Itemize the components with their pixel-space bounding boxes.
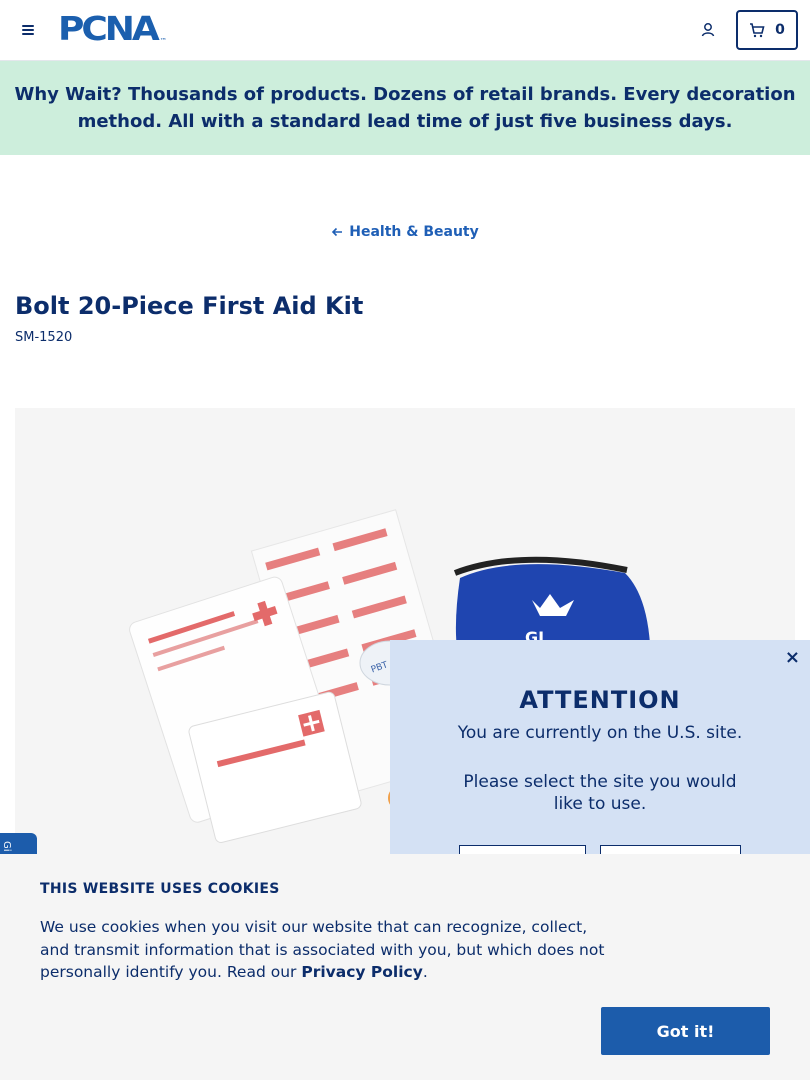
cookie-message: We use cookies when you visit our websit… bbox=[40, 916, 620, 984]
attention-message: You are currently on the U.S. site. bbox=[457, 723, 743, 743]
promo-text: Why Wait? Thousands of products. Dozens … bbox=[14, 81, 796, 135]
logo-trademark: ™ bbox=[159, 37, 167, 45]
breadcrumb-link[interactable]: Health & Beauty bbox=[331, 224, 479, 240]
privacy-policy-link[interactable]: Privacy Policy bbox=[301, 963, 423, 981]
promo-banner: Why Wait? Thousands of products. Dozens … bbox=[0, 61, 810, 155]
breadcrumb-label: Health & Beauty bbox=[349, 224, 479, 240]
site-header: PCNA ™ 0 bbox=[0, 0, 810, 61]
breadcrumb: Health & Beauty bbox=[0, 222, 810, 241]
product-title: Bolt 20-Piece First Aid Kit bbox=[15, 292, 364, 320]
arrow-left-icon bbox=[332, 227, 343, 237]
cookie-end: . bbox=[422, 963, 428, 981]
promo-lead: Why Wait? bbox=[14, 84, 122, 105]
cookie-banner: THIS WEBSITE USES COOKIES We use cookies… bbox=[0, 854, 810, 1080]
attention-select-text: Please select the site you would like to… bbox=[463, 772, 737, 814]
attention-title: ATTENTION bbox=[519, 686, 681, 714]
site-select-modal: × ATTENTION You are currently on the U.S… bbox=[390, 640, 810, 885]
product-sku: SM-1520 bbox=[15, 330, 73, 345]
user-icon[interactable] bbox=[699, 21, 717, 39]
hamburger-menu-icon bbox=[22, 25, 34, 27]
close-icon[interactable]: × bbox=[785, 648, 800, 668]
promo-body: Thousands of products. Dozens of retail … bbox=[77, 84, 796, 132]
cart-icon bbox=[750, 22, 765, 37]
cart-button[interactable]: 0 bbox=[736, 10, 798, 50]
menu-button[interactable] bbox=[18, 20, 38, 40]
got-it-button[interactable]: Got it! bbox=[601, 1007, 770, 1055]
cart-count: 0 bbox=[775, 22, 785, 38]
logo-text: PCNA bbox=[58, 10, 160, 49]
cookie-title: THIS WEBSITE USES COOKIES bbox=[40, 881, 280, 897]
pcna-logo[interactable]: PCNA ™ bbox=[58, 10, 167, 49]
side-tab-label: Gi bbox=[1, 841, 12, 852]
